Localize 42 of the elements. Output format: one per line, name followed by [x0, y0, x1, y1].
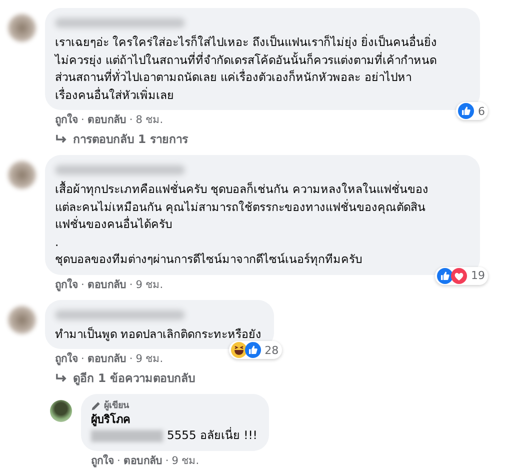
author-role-label: ผู้เขียน	[104, 400, 129, 412]
comment-action-link[interactable]: ถูกใจ	[55, 113, 78, 127]
separator-dot: ·	[165, 454, 169, 468]
comment-text: .	[55, 234, 59, 250]
separator-dot: ·	[129, 278, 133, 292]
comment-action-link[interactable]: ตอบกลับ	[87, 113, 126, 127]
comment-text: ไม่ควรยุ่ง แต่ถ้าไปในสถานที่ที่จำกัดเดรสโค้ดอันนั้นก็ควรแต่งตามที่เค้ากำหนด	[55, 52, 437, 69]
reaction-badge[interactable]: 19	[435, 266, 488, 284]
comment-time[interactable]: 8 ชม.	[136, 113, 164, 127]
comment-action-link[interactable]: ถูกใจ	[55, 352, 78, 366]
comment-action-link[interactable]: ถูกใจ	[91, 454, 114, 468]
view-replies-link[interactable]: ดูอีก 1 ข้อความตอบกลับ	[45, 366, 196, 386]
comment-time[interactable]: 9 ชม.	[136, 352, 164, 366]
separator-dot: ·	[129, 113, 133, 127]
comment-action-link[interactable]: ตอบกลับ	[87, 352, 126, 366]
author-name[interactable]: ผู้บริโภค	[91, 412, 258, 427]
comment-time[interactable]: 9 ชม.	[136, 278, 164, 292]
pencil-icon	[91, 401, 101, 411]
avatar[interactable]	[50, 400, 72, 422]
comment-text: ชุดบอลของทีมต่างๆผ่านการดีไซน์มาจากดีไซน์เนอร์ทุกทีมครับ	[55, 251, 362, 268]
comment-text: แต่ละคนไม่เหมือนกัน คุณไม่สามารถใช้ตรรกะของทางแฟชั่นของคุณตัดสิน	[55, 198, 426, 216]
reply-arrow-icon	[55, 373, 68, 384]
comment-text: แฟชั่นของคนอื่นได้ครับ	[55, 216, 172, 233]
comment-text: เสื้อผ้าทุกประเภทคือแฟชั่นครับ ชุดบอลก็เช่นกัน ความหลงใหลในแฟชั่นของ	[55, 181, 428, 198]
comment-text: เรื่องคนอื่นใส่หัวเพิ่มเลย	[55, 86, 174, 104]
comment-text: เราเฉยๆอ่ะ ใครใคร่ใส่อะไรก็ใส่ไปเหอะ ถึงเป็นแฟนเราก็ไม่ยุ่ง ยิ่งเป็นคนอื่นยิ่ง	[55, 34, 437, 51]
reply-arrow-icon	[55, 134, 68, 145]
comment-text: ส่วนสถานที่ทั่วไปเอาตามถนัดเลย แค่เรื่องตัวเองก็หนักหัวพอละ อย่าไปหา	[55, 69, 412, 86]
comment-action-link[interactable]: ถูกใจ	[55, 278, 78, 292]
comment-time[interactable]: 9 ชม.	[172, 454, 200, 468]
view-replies-link[interactable]: การตอบกลับ 1 รายการ	[45, 127, 188, 147]
reaction-badge[interactable]: 6	[456, 102, 488, 120]
comment-text: 5555 อลัยเนี่ย !!!	[167, 427, 258, 444]
reaction-badge[interactable]: 28	[228, 341, 282, 359]
separator-dot: ·	[81, 278, 84, 292]
separator-dot: ·	[117, 454, 120, 468]
separator-dot: ·	[129, 352, 133, 366]
comment-action-link[interactable]: ตอบกลับ	[123, 454, 162, 468]
separator-dot: ·	[81, 352, 84, 366]
comment-text: ทำมาเป็นพูด ทอดปลาเลิกติดกระทะหรือยัง	[55, 326, 262, 343]
comment-action-link[interactable]: ตอบกลับ	[87, 278, 126, 292]
separator-dot: ·	[81, 113, 84, 127]
